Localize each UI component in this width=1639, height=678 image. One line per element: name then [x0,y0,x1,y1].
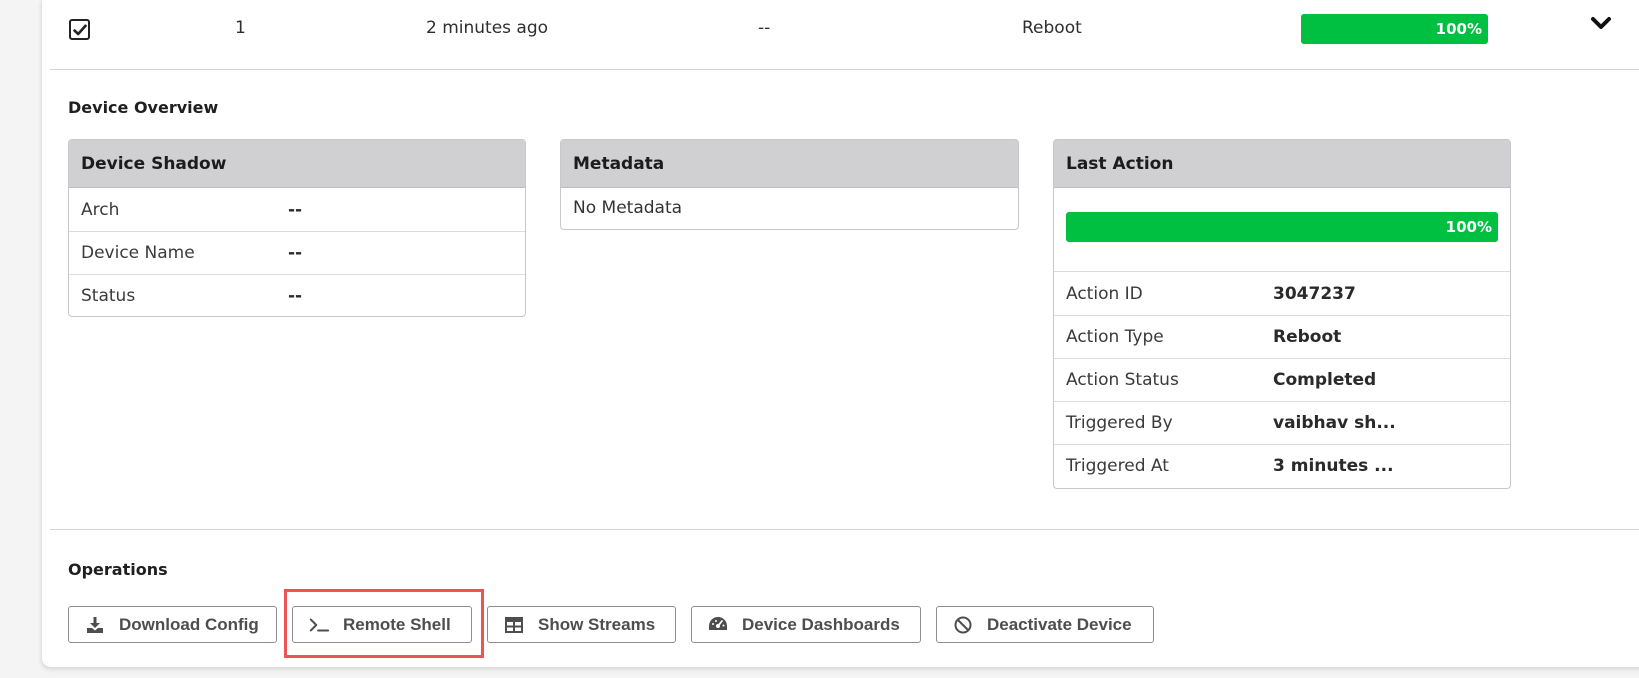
show-streams-label: Show Streams [538,614,656,634]
device-dashboards-button[interactable]: Device Dashboards [691,606,921,643]
last-action-row: Action ID 3047237 [1054,272,1510,315]
last-action-value: Completed [1273,370,1377,390]
download-icon [85,615,105,635]
ban-icon [953,615,973,635]
last-action-header: Last Action [1054,140,1510,188]
deactivate-device-label: Deactivate Device [987,614,1132,634]
last-action-progress-row: 100% [1054,188,1510,272]
divider [50,69,1639,70]
device-shadow-header: Device Shadow [69,140,525,188]
device-overview-title: Device Overview [68,98,219,117]
metadata-empty-text: No Metadata [573,198,683,218]
device-shadow-row: Arch -- [69,188,525,231]
row-progress-label: 100% [1435,20,1482,38]
device-shadow-key: Status [81,286,136,306]
deactivate-device-button[interactable]: Deactivate Device [936,606,1154,643]
last-action-progress-fill [1066,212,1498,242]
row-action-type: Reboot [1022,18,1082,38]
show-streams-button[interactable]: Show Streams [487,606,676,643]
last-action-row: Triggered By vaibhav sh... [1054,401,1510,444]
last-action-key: Action Status [1066,370,1179,390]
device-shadow-value: -- [288,286,303,306]
device-shadow-table: Device Shadow Arch -- Device Name -- Status -… [68,139,526,317]
last-action-value: 3 minutes ... [1273,456,1394,476]
selection-highlight [284,589,484,658]
device-shadow-row: Device Name -- [69,231,525,274]
device-shadow-value: -- [288,199,303,220]
last-action-row: Action Type Reboot [1054,315,1510,358]
last-action-value: vaibhav sh... [1273,413,1396,433]
dashboard-gauge-icon [708,615,728,635]
device-shadow-value: -- [288,243,303,263]
last-action-row: Triggered At 3 minutes ... [1054,444,1510,487]
row-progress-bar: 100% [1301,14,1488,44]
download-config-label: Download Config [119,614,259,634]
last-action-key: Action ID [1066,283,1143,304]
divider [50,529,1639,530]
last-action-key: Action Type [1066,327,1164,347]
chevron-down-icon[interactable] [1590,16,1612,32]
row-created-time: 2 minutes ago [426,18,549,38]
metadata-table: Metadata No Metadata [560,139,1019,230]
operations-title: Operations [68,560,168,579]
row-index: 1 [235,18,246,38]
device-shadow-key: Device Name [81,243,195,263]
checkmark-icon [72,24,87,35]
row-empty-value: -- [758,18,771,38]
metadata-header: Metadata [561,140,1018,188]
last-action-row: Action Status Completed [1054,358,1510,401]
last-action-progress-label: 100% [1445,218,1492,236]
device-shadow-row: Status -- [69,274,525,316]
last-action-value: 3047237 [1273,283,1356,304]
row-checkbox[interactable] [69,19,90,40]
last-action-value: Reboot [1273,327,1342,347]
last-action-table: Last Action 100% Action ID 3047237 Action … [1053,139,1511,489]
download-config-button[interactable]: Download Config [68,606,277,643]
last-action-key: Triggered By [1066,413,1173,433]
device-dashboards-label: Device Dashboards [742,614,900,634]
device-detail-card: 1 2 minutes ago -- Reboot 100% Device Ov… [41,0,1639,668]
table-icon [504,615,524,635]
last-action-progress-bar: 100% [1066,212,1498,242]
device-row[interactable]: 1 2 minutes ago -- Reboot 100% [42,0,1639,70]
device-shadow-key: Arch [81,199,120,220]
last-action-key: Triggered At [1066,456,1169,476]
